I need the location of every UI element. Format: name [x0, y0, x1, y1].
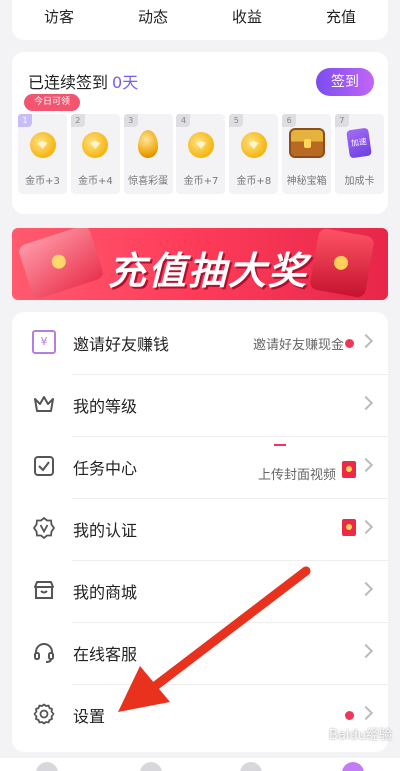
chevron-right-icon — [358, 581, 374, 597]
stat-visitors[interactable]: 访客 — [12, 6, 106, 27]
red-packet-icon — [342, 461, 356, 478]
indicator-mark — [274, 444, 286, 446]
signin-title: 已连续签到 0天 — [28, 69, 138, 93]
signin-days-row: 1 金币+3 2 金币+4 3 惊喜彩蛋 4 金币+7 5 金币+8 6 神秘宝… — [18, 114, 384, 194]
day-reward-label: 神秘宝箱 — [286, 176, 327, 187]
menu-item-hint: 上传封面视频 — [257, 468, 336, 483]
day-number: 3 — [123, 114, 138, 127]
menu-item-store[interactable]: 我的商城 — [12, 560, 388, 622]
signin-day-4[interactable]: 4 金币+7 — [176, 114, 226, 194]
red-envelope-icon — [309, 228, 375, 299]
recharge-lottery-banner[interactable]: 充值抽大奖 — [12, 228, 388, 300]
headset-icon — [34, 643, 54, 663]
treasure-chest-icon — [288, 128, 325, 158]
menu-item-label: 在线客服 — [73, 645, 138, 664]
menu-card: ¥ 邀请好友赚钱 邀请好友赚现金 我的等级 任务中心 上传封面视频 我的认证 我… — [12, 312, 388, 752]
chevron-right-icon — [358, 643, 374, 659]
menu-item-hint: 邀请好友赚现金 — [252, 338, 344, 353]
signin-card: 已连续签到 0天 签到 今日可领 1 金币+3 2 金币+4 3 惊喜彩蛋 4 金… — [12, 52, 388, 214]
day-reward-label: 加成卡 — [344, 176, 375, 187]
gear-icon — [33, 703, 55, 725]
day-number: 1 — [18, 114, 32, 127]
day-reward-label: 金币+4 — [77, 176, 113, 187]
stats-row: 访客 动态 收益 充值 — [12, 0, 388, 32]
day-number: 7 — [334, 114, 349, 127]
red-envelope-icon — [17, 228, 105, 300]
menu-item-invite[interactable]: ¥ 邀请好友赚钱 邀请好友赚现金 — [12, 312, 388, 374]
banner-text: 充值抽大奖 — [108, 249, 309, 293]
menu-item-task-center[interactable]: 任务中心 上传封面视频 — [12, 436, 388, 498]
invite-icon: ¥ — [32, 330, 56, 354]
golden-egg-icon — [138, 130, 159, 158]
menu-item-label: 我的等级 — [73, 397, 138, 416]
notification-dot — [345, 711, 354, 720]
stat-earnings[interactable]: 收益 — [200, 6, 294, 27]
verify-badge-icon — [32, 516, 56, 540]
signin-day-3[interactable]: 3 惊喜彩蛋 — [123, 114, 173, 194]
signin-title-text: 已连续签到 — [28, 73, 109, 92]
task-check-icon — [34, 456, 54, 476]
stats-card: 访客 动态 收益 充值 — [12, 0, 388, 40]
stat-feed[interactable]: 动态 — [106, 6, 200, 27]
menu-item-customer-service[interactable]: 在线客服 — [12, 622, 388, 684]
watermark: Baidu经验 — [329, 728, 392, 743]
signin-days: 0天 — [112, 73, 139, 92]
menu-item-verify[interactable]: 我的认证 — [12, 498, 388, 560]
day-number: 2 — [70, 114, 85, 127]
chevron-right-icon — [358, 457, 374, 473]
menu-item-label: 邀请好友赚钱 — [73, 335, 170, 354]
nav-tab-icon[interactable] — [342, 762, 364, 771]
day-reward-label: 惊喜彩蛋 — [128, 176, 169, 187]
crown-icon — [34, 396, 54, 412]
coin-icon — [29, 132, 56, 158]
signin-day-6[interactable]: 6 神秘宝箱 — [282, 114, 332, 194]
bonus-card-icon: 加速 — [346, 127, 373, 159]
menu-item-label: 任务中心 — [73, 459, 138, 478]
signin-day-2[interactable]: 2 金币+4 — [70, 114, 120, 194]
nav-tab-icon[interactable] — [140, 762, 162, 771]
signin-day-5[interactable]: 5 金币+8 — [229, 114, 279, 194]
bottom-nav-bar — [0, 758, 400, 771]
menu-item-level[interactable]: 我的等级 — [12, 374, 388, 436]
today-claimable-tag: 今日可领 — [24, 94, 80, 111]
coin-icon — [82, 132, 109, 158]
store-icon — [34, 581, 54, 599]
coin-icon — [187, 132, 214, 158]
day-reward-label: 金币+3 — [25, 176, 60, 187]
menu-item-label: 我的认证 — [73, 521, 138, 540]
signin-day-7[interactable]: 7 加速 加成卡 — [334, 114, 384, 194]
day-number: 4 — [176, 114, 191, 127]
day-number: 6 — [282, 114, 297, 127]
nav-tab-icon[interactable] — [36, 762, 58, 771]
menu-item-label: 我的商城 — [73, 583, 138, 602]
signin-day-1[interactable]: 1 金币+3 — [18, 114, 67, 194]
day-number: 5 — [229, 114, 244, 127]
chevron-right-icon — [358, 395, 374, 411]
day-reward-label: 金币+8 — [236, 176, 272, 187]
coin-icon — [240, 132, 267, 158]
chevron-right-icon — [358, 705, 374, 721]
menu-item-label: 设置 — [73, 707, 106, 726]
chevron-right-icon — [358, 333, 374, 349]
signin-button[interactable]: 签到 — [316, 68, 374, 96]
chevron-right-icon — [358, 519, 374, 535]
notification-dot — [345, 339, 354, 348]
nav-tab-icon[interactable] — [240, 762, 262, 771]
day-reward-label: 金币+7 — [183, 176, 219, 187]
red-packet-icon — [342, 519, 356, 536]
stat-recharge[interactable]: 充值 — [294, 6, 388, 27]
